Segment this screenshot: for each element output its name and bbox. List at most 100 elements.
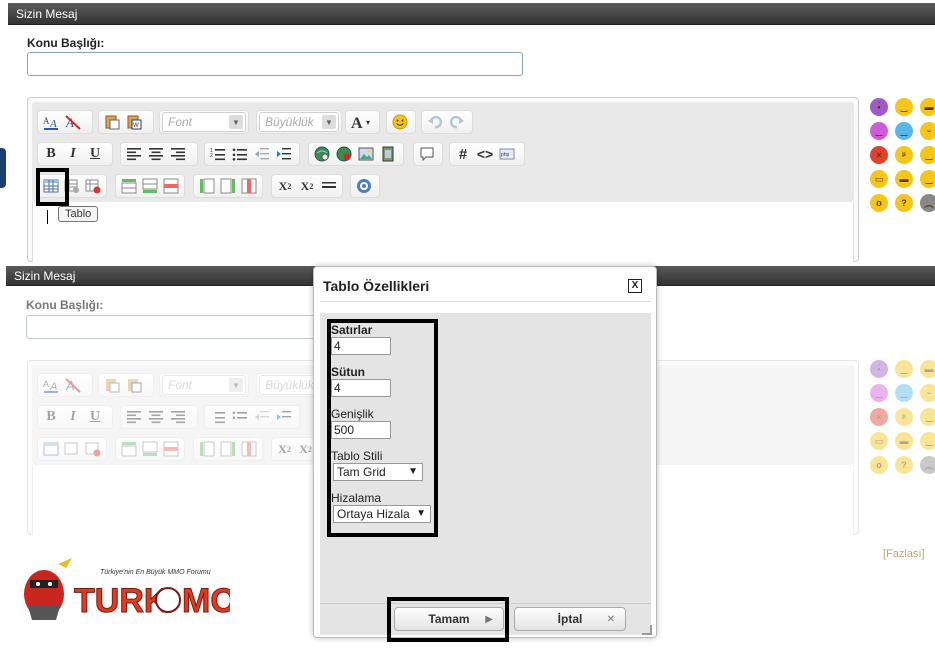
indent-icon[interactable]: [274, 407, 294, 427]
smiley-laugh-icon[interactable]: ▭: [870, 170, 888, 188]
subject-input[interactable]: [26, 315, 326, 339]
resize-grip-icon[interactable]: [642, 625, 652, 635]
delete-row-icon[interactable]: [162, 439, 181, 459]
smiley-angry-purple-icon[interactable]: •̀: [870, 360, 888, 378]
subject-input[interactable]: [27, 52, 523, 76]
undo-icon[interactable]: [425, 112, 445, 132]
row-after-icon[interactable]: [140, 439, 159, 459]
row-after-icon[interactable]: [140, 176, 159, 196]
smiley-happy-icon[interactable]: ‿: [920, 146, 935, 164]
smiley-happy-icon[interactable]: ‿: [920, 408, 935, 426]
smiley-angry-purple-icon[interactable]: •̀: [870, 98, 888, 116]
smiley-shock-icon[interactable]: o: [870, 456, 888, 474]
redo-icon[interactable]: [447, 112, 467, 132]
unordered-list-icon[interactable]: [230, 407, 250, 427]
unlink-icon[interactable]: [334, 144, 354, 164]
smiley-blush-icon[interactable]: ᵕ: [920, 122, 935, 140]
editor-content[interactable]: [32, 202, 854, 262]
col-after-icon[interactable]: [218, 439, 237, 459]
horizontal-rule-icon[interactable]: [319, 176, 339, 196]
align-left-icon[interactable]: [124, 407, 144, 427]
ordered-list-icon[interactable]: 12: [208, 144, 228, 164]
subscript-icon[interactable]: X2: [275, 439, 294, 459]
hash-icon[interactable]: #: [453, 144, 473, 164]
code-icon[interactable]: <>: [475, 144, 495, 164]
underline-icon[interactable]: U: [85, 144, 105, 164]
font-select[interactable]: Font ▼: [159, 373, 249, 397]
table-icon[interactable]: [41, 439, 60, 459]
row-before-icon[interactable]: [119, 176, 138, 196]
size-combo[interactable]: Büyüklük ▼: [259, 112, 339, 132]
smiley-grin-icon[interactable]: ▬: [920, 360, 935, 378]
smiley-smile-icon[interactable]: ‿: [895, 98, 913, 116]
align-center-icon[interactable]: [146, 144, 166, 164]
size-select[interactable]: Büyüklük ▼: [256, 110, 342, 134]
subscript-icon[interactable]: X2: [275, 176, 295, 196]
unordered-list-icon[interactable]: [230, 144, 250, 164]
font-color-icon[interactable]: AA: [41, 112, 61, 132]
font-select[interactable]: Font ▼: [159, 110, 249, 134]
smiley-cool-blue-icon[interactable]: ‿: [895, 384, 913, 402]
smiley-wink-icon[interactable]: ‿: [920, 432, 935, 450]
italic-icon[interactable]: I: [63, 407, 83, 427]
delete-table-icon[interactable]: [84, 176, 103, 196]
link-icon[interactable]: [312, 144, 332, 164]
col-before-icon[interactable]: [197, 439, 216, 459]
row-before-icon[interactable]: [119, 439, 138, 459]
smiley-mad-icon[interactable]: ×: [870, 408, 888, 426]
delete-col-icon[interactable]: [240, 439, 259, 459]
font-color-icon[interactable]: AA: [41, 375, 61, 395]
text-size-icon[interactable]: A ▾: [349, 112, 377, 132]
font-combo[interactable]: Font ▼: [162, 112, 246, 132]
outdent-icon[interactable]: [252, 144, 272, 164]
align-right-icon[interactable]: [168, 144, 188, 164]
table-props-icon[interactable]: [62, 439, 81, 459]
align-left-icon[interactable]: [124, 144, 144, 164]
font-combo[interactable]: Font ▼: [162, 375, 246, 395]
smiley-sunglasses-icon[interactable]: ▬: [895, 170, 913, 188]
align-right-icon[interactable]: [168, 407, 188, 427]
paste-word-icon[interactable]: [124, 375, 144, 395]
underline-icon[interactable]: U: [85, 407, 105, 427]
smiley-blush-icon[interactable]: ᵕ: [920, 384, 935, 402]
smiley-laugh-icon[interactable]: ▭: [870, 432, 888, 450]
php-icon[interactable]: php: [497, 144, 517, 164]
smiley-tongue-icon[interactable]: ᵖ: [895, 146, 913, 164]
quote-icon[interactable]: [417, 144, 437, 164]
align-center-icon[interactable]: [146, 407, 166, 427]
paste-icon[interactable]: [102, 375, 122, 395]
smiley-sad-gray-icon[interactable]: ︵: [920, 194, 935, 212]
bold-icon[interactable]: B: [41, 407, 61, 427]
smiley-sad-gray-icon[interactable]: ︵: [920, 456, 935, 474]
smiley-grin-icon[interactable]: ▬: [920, 98, 935, 116]
ordered-list-icon[interactable]: [208, 407, 228, 427]
smiley-mad-icon[interactable]: ×: [870, 146, 888, 164]
delete-row-icon[interactable]: [162, 176, 181, 196]
special-icon[interactable]: [354, 176, 374, 196]
smiley-confused-icon[interactable]: ?: [895, 194, 913, 212]
italic-icon[interactable]: I: [63, 144, 83, 164]
smiley-purple-icon[interactable]: ‿: [870, 384, 888, 402]
smiley-purple-icon[interactable]: ‿: [870, 122, 888, 140]
bold-icon[interactable]: B: [41, 144, 61, 164]
outdent-icon[interactable]: [252, 407, 272, 427]
smiley-shock-icon[interactable]: o: [870, 194, 888, 212]
remove-format-icon[interactable]: A: [63, 375, 83, 395]
close-icon[interactable]: X: [628, 279, 642, 293]
delete-table-icon[interactable]: [84, 439, 103, 459]
superscript-icon[interactable]: X2: [297, 176, 317, 196]
indent-icon[interactable]: [274, 144, 294, 164]
more-smilies-link[interactable]: [Fazlası]: [883, 548, 925, 560]
smiley-wink-icon[interactable]: ‿: [920, 170, 935, 188]
smiley-smile-icon[interactable]: ‿: [895, 360, 913, 378]
col-after-icon[interactable]: [218, 176, 237, 196]
smiley-sunglasses-icon[interactable]: ▬: [895, 432, 913, 450]
smiley-tongue-icon[interactable]: ᵖ: [895, 408, 913, 426]
video-icon[interactable]: [378, 144, 398, 164]
remove-format-icon[interactable]: A: [63, 112, 83, 132]
col-before-icon[interactable]: [197, 176, 216, 196]
delete-col-icon[interactable]: [240, 176, 259, 196]
smiley-cool-blue-icon[interactable]: ‿: [895, 122, 913, 140]
cancel-button[interactable]: İptal ✕: [514, 607, 626, 631]
paste-word-icon[interactable]: W: [124, 112, 144, 132]
